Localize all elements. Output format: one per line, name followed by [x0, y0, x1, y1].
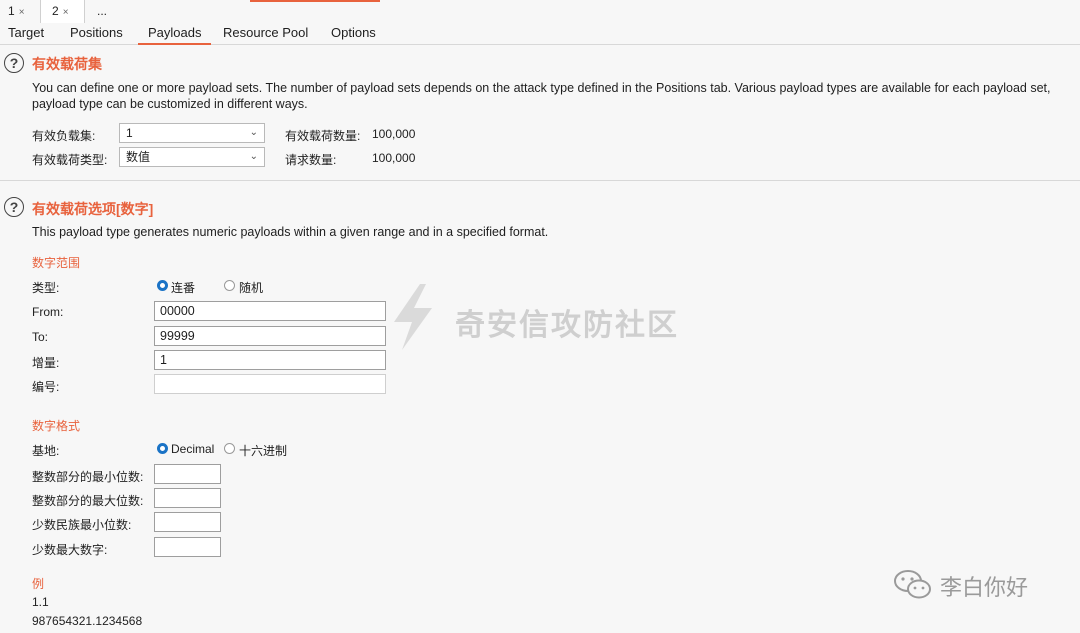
payload-set-label: 有效负载集: — [32, 129, 96, 143]
payload-sets-description: You can define one or more payload sets.… — [32, 81, 1051, 95]
chevron-down-icon: ⌄ — [249, 127, 258, 138]
wechat-icon — [894, 570, 931, 599]
payload-options-description: This payload type generates numeric payl… — [32, 225, 549, 239]
help-icon[interactable]: ? — [4, 53, 24, 73]
min-frac-digits-label: 少数民族最小位数: — [32, 518, 132, 532]
window-tab-label: 1 — [8, 4, 15, 18]
tab-resource-pool[interactable]: Resource Pool — [223, 23, 308, 44]
number-of-label: 编号: — [32, 380, 60, 394]
radio-hex[interactable] — [224, 443, 235, 454]
payload-set-value: 1 — [126, 126, 133, 140]
payload-sets-description-cont: payload type can be customized in differ… — [32, 97, 308, 111]
window-tab-label: 2 — [52, 4, 59, 18]
payload-type-select[interactable]: 数值 ⌄ — [119, 147, 265, 167]
help-icon[interactable]: ? — [4, 197, 24, 217]
close-icon[interactable]: × — [19, 7, 25, 18]
radio-decimal[interactable] — [157, 443, 168, 454]
max-int-digits-label: 整数部分的最大位数: — [32, 494, 144, 508]
payload-set-select[interactable]: 1 ⌄ — [119, 123, 265, 143]
radio-decimal-label: Decimal — [171, 442, 215, 456]
window-tab-more[interactable]: ... — [97, 0, 117, 23]
payload-options-title: 有效载荷选项[数字] — [32, 201, 154, 217]
radio-random[interactable] — [224, 280, 235, 291]
min-int-digits-label: 整数部分的最小位数: — [32, 470, 144, 484]
window-tab-label: ... — [97, 4, 108, 18]
radio-sequential[interactable] — [157, 280, 168, 291]
payload-sets-title: 有效载荷集 — [32, 56, 102, 72]
accent-strip — [250, 0, 380, 2]
base-label: 基地: — [32, 444, 60, 458]
max-int-digits-input[interactable] — [154, 488, 221, 508]
to-input[interactable]: 99999 — [154, 326, 386, 346]
example-value-1: 1.1 — [32, 595, 49, 609]
max-frac-digits-input[interactable] — [154, 537, 221, 557]
payload-count-value: 100,000 — [372, 127, 416, 141]
close-icon[interactable]: × — [63, 7, 69, 18]
from-label: From: — [32, 305, 64, 319]
example-heading: 例 — [32, 577, 45, 591]
radio-random-label: 随机 — [239, 281, 264, 295]
number-range-heading: 数字范围 — [32, 256, 81, 270]
range-type-label: 类型: — [32, 281, 60, 295]
watermark-text: 奇安信攻防社区 — [455, 309, 679, 342]
tab-positions[interactable]: Positions — [70, 23, 123, 44]
lightning-logo-icon — [394, 284, 432, 350]
from-input[interactable]: 00000 — [154, 301, 386, 321]
window-tab-bar: 1 × 2 × ... — [0, 0, 1080, 24]
radio-sequential-label: 连番 — [171, 281, 196, 295]
request-count-label: 请求数量: — [285, 153, 337, 167]
request-count-value: 100,000 — [372, 151, 416, 165]
min-int-digits-input[interactable] — [154, 464, 221, 484]
radio-hex-label: 十六进制 — [239, 444, 288, 458]
tab-target[interactable]: Target — [8, 23, 44, 44]
payload-type-value: 数值 — [126, 150, 151, 164]
step-input[interactable]: 1 — [154, 350, 386, 370]
section-divider — [0, 180, 1080, 181]
to-label: To: — [32, 330, 49, 344]
intruder-sub-tabs: Target Positions Payloads Resource Pool … — [0, 23, 1080, 45]
tab-payloads[interactable]: Payloads — [137, 23, 213, 45]
tab-options[interactable]: Options — [331, 23, 376, 44]
step-label: 增量: — [32, 356, 60, 370]
number-of-input[interactable] — [154, 374, 386, 394]
window-tab-2[interactable]: 2 × — [40, 0, 85, 24]
number-format-heading: 数字格式 — [32, 419, 81, 433]
payload-type-label: 有效载荷类型: — [32, 153, 108, 167]
payload-count-label: 有效载荷数量: — [285, 129, 361, 143]
watermark-author: 李白你好 — [940, 575, 1029, 600]
window-tab-1[interactable]: 1 × — [8, 0, 38, 23]
max-frac-digits-label: 少数最大数字: — [32, 543, 108, 557]
example-value-2: 987654321.1234568 — [32, 614, 143, 628]
min-frac-digits-input[interactable] — [154, 512, 221, 532]
chevron-down-icon: ⌄ — [249, 151, 258, 162]
